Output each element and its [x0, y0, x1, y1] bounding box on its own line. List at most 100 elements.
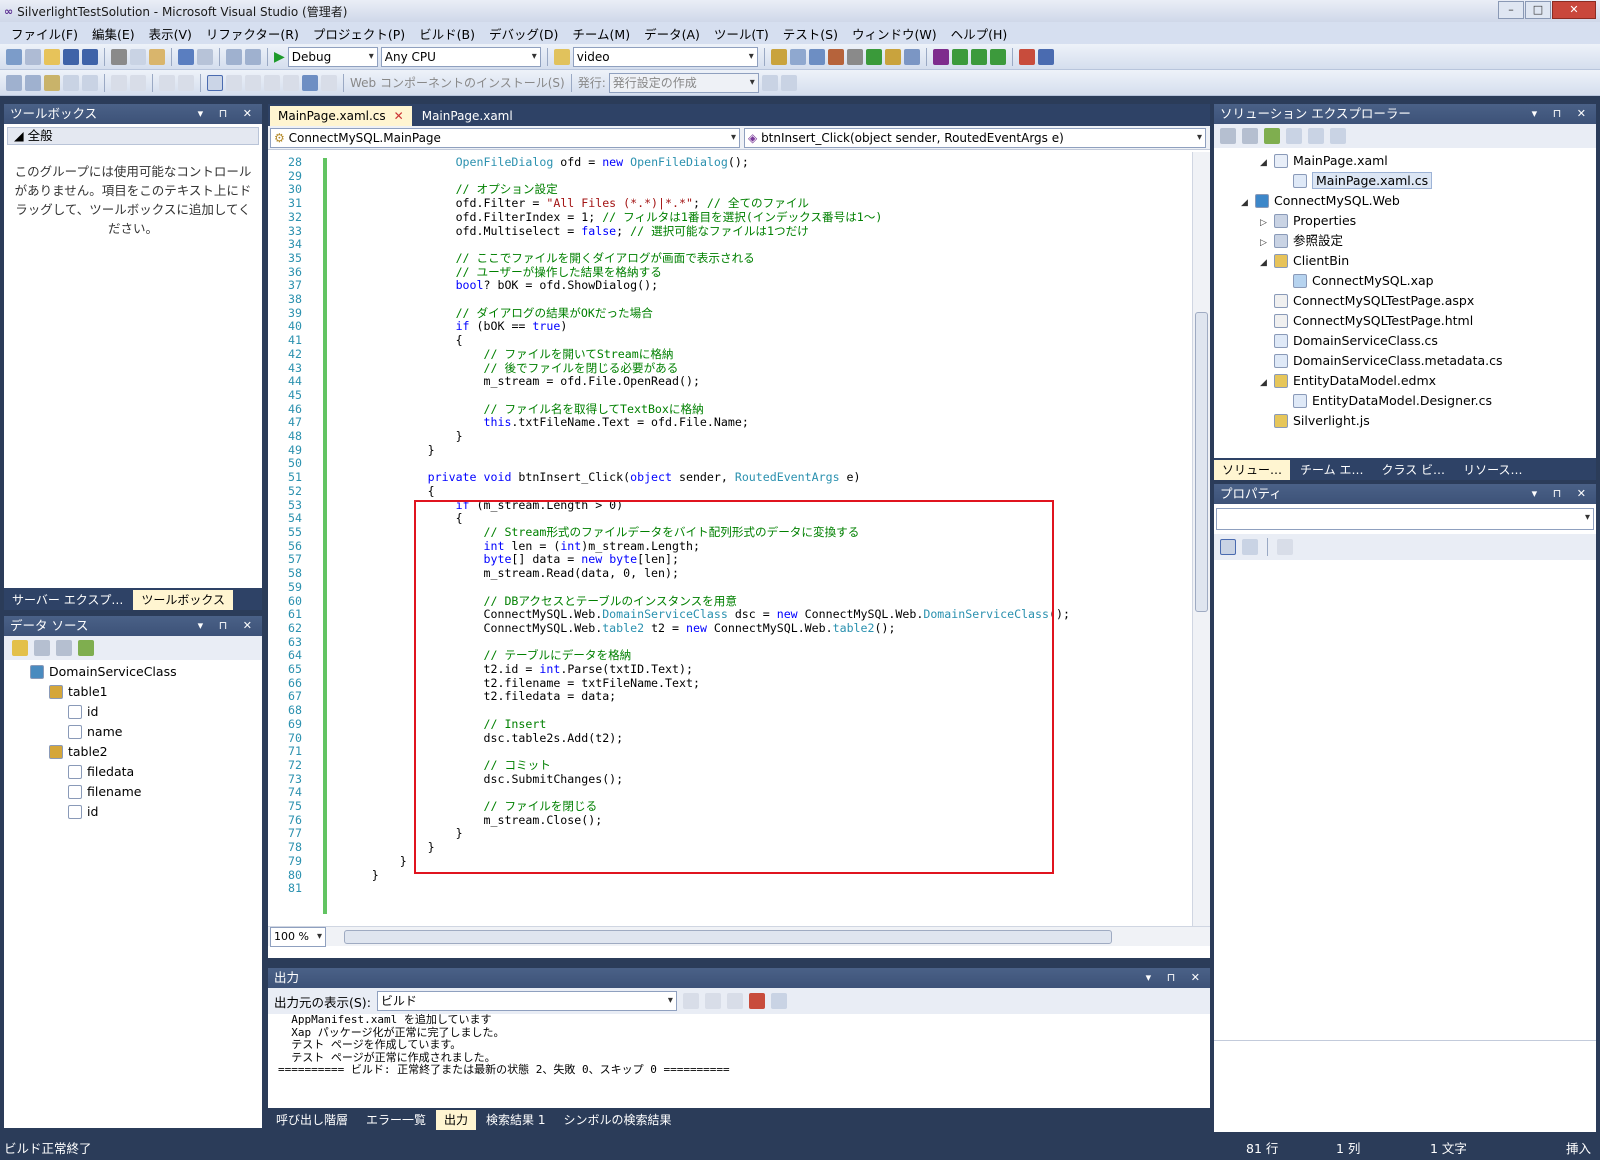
menu-item[interactable]: デバッグ(D) [482, 24, 565, 43]
toolbox-tab[interactable]: ツールボックス [133, 590, 233, 610]
solution-item[interactable]: DomainServiceClass.metadata.cs [1214, 351, 1596, 371]
panel-controls-icon[interactable]: ▾ ⊓ ✕ [1532, 484, 1592, 504]
view-class-diagram-icon[interactable] [1330, 128, 1346, 144]
member-combo[interactable]: ◈ btnInsert_Click(object sender, RoutedE… [744, 128, 1206, 148]
solution-explorer-icon[interactable] [770, 48, 787, 65]
expand-arrow-icon[interactable]: ◢ [1260, 153, 1274, 173]
copy-icon[interactable] [130, 48, 146, 65]
member-list-icon[interactable] [25, 74, 41, 91]
menu-item[interactable]: リファクター(R) [199, 24, 306, 43]
expand-arrow-icon[interactable]: ▷ [1260, 233, 1274, 253]
close-tab-icon[interactable]: ✕ [394, 109, 404, 123]
zoom-combo[interactable]: 100 % [270, 926, 326, 947]
find-message-icon[interactable] [682, 993, 699, 1009]
navigate-backward-icon[interactable] [226, 48, 242, 65]
new-project-icon[interactable] [6, 48, 22, 65]
toolbox-icon[interactable] [827, 48, 844, 65]
undo-icon[interactable] [178, 48, 194, 65]
expand-arrow-icon[interactable]: ◢ [1241, 193, 1255, 213]
cut-icon[interactable] [111, 48, 127, 65]
menu-item[interactable]: ウィンドウ(W) [845, 24, 944, 43]
complete-word-icon[interactable] [82, 74, 98, 91]
format-icon[interactable] [1037, 48, 1054, 65]
categorized-icon[interactable] [1220, 539, 1236, 555]
solution-item[interactable]: ConnectMySQLTestPage.html [1214, 311, 1596, 331]
horizontal-scrollbar[interactable] [344, 929, 1112, 944]
save-all-icon[interactable] [82, 48, 98, 65]
object-browser-button-icon[interactable] [6, 74, 22, 91]
decrease-indent-icon[interactable] [111, 74, 127, 91]
menu-item[interactable]: プロジェクト(P) [306, 24, 412, 43]
quick-info-icon[interactable] [63, 74, 79, 91]
data-source-item[interactable]: DomainServiceClass [4, 662, 262, 682]
debug-tests-icon[interactable] [970, 48, 987, 65]
solution-item[interactable]: ◢ EntityDataModel.edmx [1214, 371, 1596, 391]
close-button[interactable]: ✕ [1552, 1, 1596, 19]
solution-item[interactable]: EntityDataModel.Designer.cs [1214, 391, 1596, 411]
solution-tab[interactable]: リソース… [1455, 460, 1530, 480]
navigate-forward-icon[interactable] [245, 48, 261, 65]
panel-controls-icon[interactable]: ▾ ⊓ ✕ [198, 104, 258, 124]
find-in-files-icon[interactable] [553, 48, 570, 65]
paste-icon[interactable] [149, 48, 165, 65]
previous-bookmark-icon[interactable] [226, 74, 242, 91]
solution-item[interactable]: ◢ ConnectMySQL.Web [1214, 191, 1596, 211]
web-component-install-button[interactable]: Web コンポーネントのインストール(S) [350, 74, 565, 91]
next-bookmark-folder-icon[interactable] [283, 74, 299, 91]
extension-manager-icon[interactable] [884, 48, 901, 65]
next-bookmark-icon[interactable] [245, 74, 261, 91]
output-text[interactable]: AppManifest.xaml を追加しています Xap パッケージ化が正常に… [268, 1014, 1210, 1086]
scroll-thumb[interactable] [1195, 312, 1208, 612]
property-pages-icon[interactable] [1277, 539, 1293, 555]
vertical-scrollbar[interactable] [1192, 152, 1210, 926]
solution-item[interactable]: ◢ ClientBin [1214, 251, 1596, 271]
uncomment-icon[interactable] [178, 74, 194, 91]
show-all-files-icon[interactable] [1242, 128, 1258, 144]
data-source-item[interactable]: table1 [4, 682, 262, 702]
edit-dataset-icon[interactable] [34, 640, 50, 656]
previous-message-icon[interactable] [704, 993, 721, 1009]
publish-web-icon[interactable] [761, 74, 778, 91]
output-tab[interactable]: エラー一覧 [358, 1110, 434, 1130]
solution-item[interactable]: ◢ MainPage.xaml [1214, 151, 1596, 171]
data-source-item[interactable]: id [4, 802, 262, 822]
properties-button-icon[interactable] [1220, 128, 1236, 144]
solution-item[interactable]: Silverlight.js [1214, 411, 1596, 431]
parameter-info-icon[interactable] [44, 74, 60, 91]
start-page-icon[interactable] [865, 48, 882, 65]
refresh-icon[interactable] [78, 640, 94, 656]
add-item-icon[interactable] [25, 48, 41, 65]
save-icon[interactable] [63, 48, 79, 65]
publish-settings-icon[interactable] [780, 74, 797, 91]
add-data-source-icon[interactable] [12, 640, 28, 656]
expand-arrow-icon[interactable]: ▷ [1260, 213, 1274, 233]
data-source-item[interactable]: table2 [4, 742, 262, 762]
maximize-button[interactable]: □ [1525, 1, 1551, 19]
data-source-item[interactable]: filedata [4, 762, 262, 782]
solution-item[interactable]: ▷ 参照設定 [1214, 231, 1596, 251]
solution-item[interactable]: ▷ Properties [1214, 211, 1596, 231]
data-source-item[interactable]: name [4, 722, 262, 742]
solution-item[interactable]: MainPage.xaml.cs [1214, 171, 1596, 191]
toggle-bookmark-icon[interactable] [207, 74, 223, 91]
menu-item[interactable]: チーム(M) [565, 24, 637, 43]
comment-out-icon[interactable] [159, 74, 175, 91]
output-tab[interactable]: 呼び出し階層 [268, 1110, 356, 1130]
find-combo[interactable]: video [572, 46, 758, 67]
menu-item[interactable]: ビルド(B) [412, 24, 482, 43]
editor-tab[interactable]: MainPage.xaml [414, 106, 521, 126]
addin-icon[interactable] [932, 48, 949, 65]
clear-bookmarks-icon[interactable] [302, 74, 318, 91]
alphabetical-icon[interactable] [1242, 539, 1258, 555]
output-source-combo[interactable]: ビルド [376, 991, 677, 1011]
editor-tab[interactable]: MainPage.xaml.cs ✕ [270, 106, 412, 126]
solution-configuration-combo[interactable]: Debug [287, 46, 378, 67]
open-file-icon[interactable] [44, 48, 60, 65]
menu-item[interactable]: ファイル(F) [4, 24, 85, 43]
class-combo[interactable]: ⚙ ConnectMySQL.MainPage [270, 128, 740, 148]
solution-tab[interactable]: チーム エ… [1292, 460, 1371, 480]
panel-controls-icon[interactable]: ▾ ⊓ ✕ [1146, 968, 1206, 988]
expand-arrow-icon[interactable]: ◢ [1260, 373, 1274, 393]
breakpoint-icon[interactable] [1018, 48, 1035, 65]
output-tab[interactable]: 検索結果 1 [478, 1110, 553, 1130]
